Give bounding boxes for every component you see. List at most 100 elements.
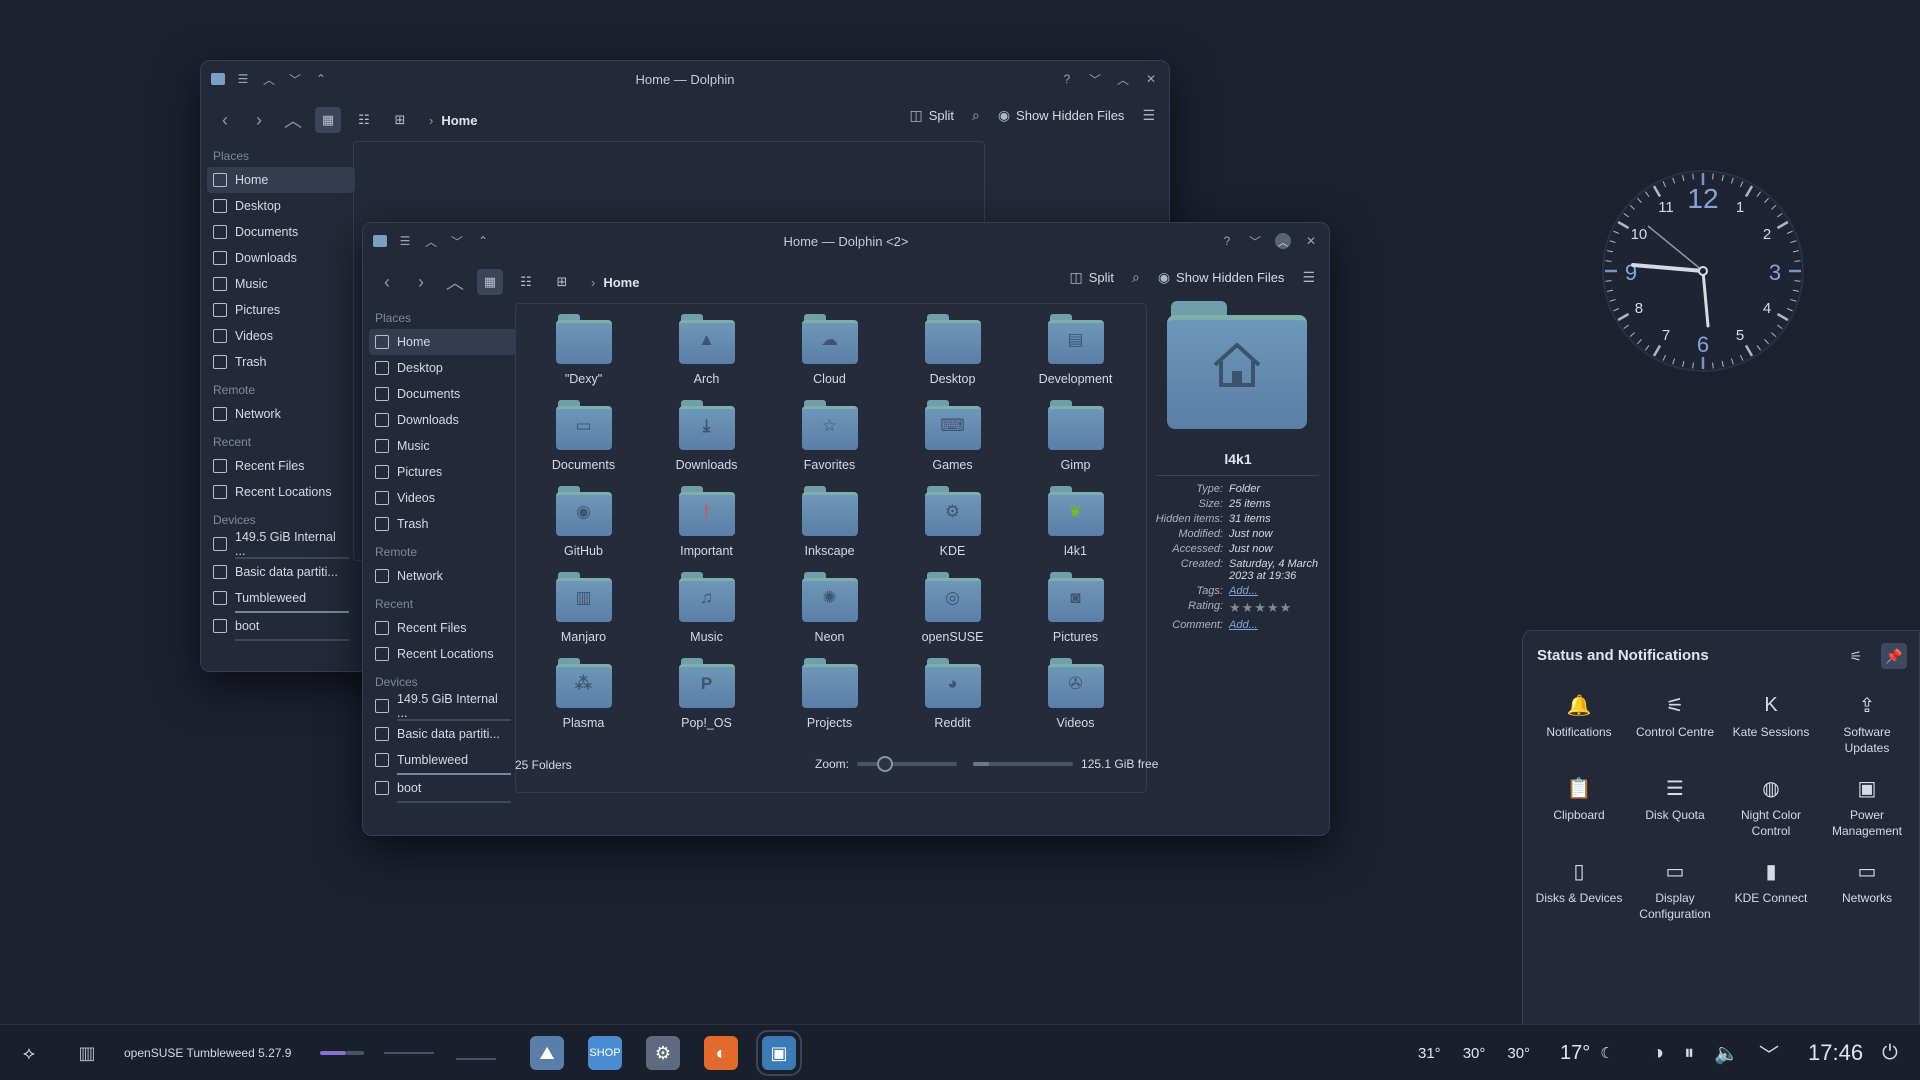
folder-item[interactable]: ❦ l4k1 xyxy=(1014,486,1137,558)
sidebar-item-recent-files[interactable]: Recent Files xyxy=(207,453,355,479)
help-icon[interactable]: ? xyxy=(1059,71,1075,87)
sidebar-item-device[interactable]: Basic data partiti... xyxy=(207,559,355,585)
sidebar-item-trash[interactable]: Trash xyxy=(369,511,517,537)
folder-item[interactable]: ✇ Videos xyxy=(1014,658,1137,730)
media-pause-icon[interactable]: ⏸ xyxy=(1684,1042,1694,1065)
maximize-button[interactable]: ︿ xyxy=(1275,233,1291,249)
applet-disk-quota[interactable]: ☰ Disk Quota xyxy=(1627,774,1723,839)
power-button[interactable]: ⏻ xyxy=(1882,1025,1898,1080)
help-icon[interactable]: ? xyxy=(1219,233,1235,249)
add-tags-link[interactable]: Add... xyxy=(1229,585,1323,597)
sidebar-item-documents[interactable]: Documents xyxy=(369,381,517,407)
details-view-button[interactable]: ⊞ xyxy=(387,107,413,133)
volume-icon[interactable]: 🔈 xyxy=(1714,1041,1739,1066)
folder-item[interactable]: Projects xyxy=(768,658,891,730)
applet-disks-devices[interactable]: ▯ Disks & Devices xyxy=(1531,857,1627,922)
applet-kate-sessions[interactable]: K Kate Sessions xyxy=(1723,691,1819,756)
zoom-slider[interactable] xyxy=(857,756,958,772)
digital-clock[interactable]: 17:46 xyxy=(1808,1025,1863,1080)
search-button[interactable]: ⌕ xyxy=(972,107,980,124)
sidebar-item-home[interactable]: Home xyxy=(369,329,517,355)
minimize-button[interactable]: ﹀ xyxy=(1247,233,1263,249)
sidebar-item-recent-locations[interactable]: Recent Locations xyxy=(207,479,355,505)
up-button[interactable]: ︿ xyxy=(443,269,467,295)
folder-item[interactable]: ▭ Documents xyxy=(522,400,645,472)
show-hidden-button[interactable]: ◉ Show Hidden Files xyxy=(998,107,1125,124)
search-button[interactable]: ⌕ xyxy=(1132,269,1140,286)
folder-item[interactable]: Inkscape xyxy=(768,486,891,558)
applet-notifications[interactable]: 🔔 Notifications xyxy=(1531,691,1627,756)
titlebar[interactable]: ☰ ︿ ﹀ ⌃ Home — Dolphin <2> ? ﹀ ︿ ✕ xyxy=(363,223,1329,261)
icons-view-button[interactable]: ▦ xyxy=(477,269,503,295)
sidebar-item-documents[interactable]: Documents xyxy=(207,219,355,245)
applet-control-centre[interactable]: ⚟ Control Centre xyxy=(1627,691,1723,756)
task-mountain-app[interactable]: ⛰ xyxy=(530,1025,564,1080)
forward-button[interactable]: › xyxy=(409,269,433,295)
close-button[interactable]: ✕ xyxy=(1303,233,1319,249)
minimize-button[interactable]: ﹀ xyxy=(1087,71,1103,87)
folder-item[interactable]: Desktop xyxy=(891,314,1014,386)
task-shop-app[interactable]: SHOP xyxy=(588,1025,622,1080)
sidebar-item-recent-files[interactable]: Recent Files xyxy=(369,615,517,641)
icons-view-button[interactable]: ▦ xyxy=(315,107,341,133)
folder-item[interactable]: ⤓ Downloads xyxy=(645,400,768,472)
applet-networks[interactable]: ▭ Networks xyxy=(1819,857,1915,922)
folder-item[interactable]: ☆ Favorites xyxy=(768,400,891,472)
compact-view-button[interactable]: ☷ xyxy=(513,269,539,295)
folder-item[interactable]: ▥ Manjaro xyxy=(522,572,645,644)
sidebar-item-music[interactable]: Music xyxy=(207,271,355,297)
task-dolphin-app[interactable]: ▣ xyxy=(756,1025,802,1080)
folder-item[interactable]: ☁ Cloud xyxy=(768,314,891,386)
applet-power-management[interactable]: ▣ Power Management xyxy=(1819,774,1915,839)
forward-button[interactable]: › xyxy=(247,107,271,133)
folder-item[interactable]: ▤ Development xyxy=(1014,314,1137,386)
up-button[interactable]: ︿ xyxy=(281,107,305,133)
task-settings-app[interactable]: ⚙ xyxy=(646,1025,680,1080)
back-button[interactable]: ‹ xyxy=(213,107,237,133)
configure-button[interactable]: ⚟ xyxy=(1843,643,1869,669)
brightness-icon[interactable]: ◑ xyxy=(1652,1042,1664,1065)
folder-item[interactable]: ! Important xyxy=(645,486,768,558)
folder-item[interactable]: ◉ GitHub xyxy=(522,486,645,558)
breadcrumb-home[interactable]: Home xyxy=(441,113,477,128)
hamburger-menu-button[interactable]: ☰ xyxy=(1142,107,1155,124)
breadcrumb[interactable]: › Home xyxy=(429,113,477,128)
sidebar-item-downloads[interactable]: Downloads xyxy=(207,245,355,271)
folder-item[interactable]: ▲ Arch xyxy=(645,314,768,386)
split-button[interactable]: ◫ Split xyxy=(909,107,954,124)
sidebar-item-videos[interactable]: Videos xyxy=(369,485,517,511)
folder-item[interactable]: ✺ Neon xyxy=(768,572,891,644)
folder-item[interactable]: ⌨ Games xyxy=(891,400,1014,472)
weather-widget[interactable]: 17° ☾ xyxy=(1560,1025,1614,1080)
split-button[interactable]: ◫ Split xyxy=(1069,269,1114,286)
task-firefox-app[interactable]: ◐ xyxy=(704,1025,738,1080)
sidebar-item-recent-locations[interactable]: Recent Locations xyxy=(369,641,517,667)
compact-view-button[interactable]: ☷ xyxy=(351,107,377,133)
applet-night-color-control[interactable]: ◍ Night Color Control xyxy=(1723,774,1819,839)
analog-clock-widget[interactable]: 12 1234567891011 xyxy=(1600,168,1806,374)
sidebar-item-device[interactable]: 149.5 GiB Internal ... xyxy=(369,692,517,720)
folder-item[interactable]: ◎ openSUSE xyxy=(891,572,1014,644)
breadcrumb-home[interactable]: Home xyxy=(603,275,639,290)
add-comment-link[interactable]: Add... xyxy=(1229,619,1323,631)
breadcrumb[interactable]: › Home xyxy=(591,275,639,290)
sidebar-item-videos[interactable]: Videos xyxy=(207,323,355,349)
folder-item[interactable]: ◙ Pictures xyxy=(1014,572,1137,644)
sidebar-item-device[interactable]: Basic data partiti... xyxy=(369,721,517,747)
details-view-button[interactable]: ⊞ xyxy=(549,269,575,295)
folder-item[interactable]: ⚙ KDE xyxy=(891,486,1014,558)
sidebar-item-downloads[interactable]: Downloads xyxy=(369,407,517,433)
sidebar-item-pictures[interactable]: Pictures xyxy=(207,297,355,323)
folder-item[interactable]: ♫ Music xyxy=(645,572,768,644)
close-button[interactable]: ✕ xyxy=(1143,71,1159,87)
chevron-down-icon[interactable]: ﹀ xyxy=(1759,1039,1779,1068)
maximize-button[interactable]: ︿ xyxy=(1115,71,1131,87)
sidebar-item-device[interactable]: boot xyxy=(369,775,517,801)
sidebar-item-desktop[interactable]: Desktop xyxy=(369,355,517,381)
sidebar-item-device[interactable]: Tumbleweed xyxy=(369,747,517,773)
back-button[interactable]: ‹ xyxy=(375,269,399,295)
zoom-slider-handle[interactable] xyxy=(877,756,894,772)
folder-item[interactable]: ◕ Reddit xyxy=(891,658,1014,730)
titlebar[interactable]: ☰ ︿ ﹀ ⌃ Home — Dolphin ? ﹀ ︿ ✕ xyxy=(201,61,1169,99)
rating-stars[interactable]: ★★★★★ xyxy=(1229,600,1323,616)
